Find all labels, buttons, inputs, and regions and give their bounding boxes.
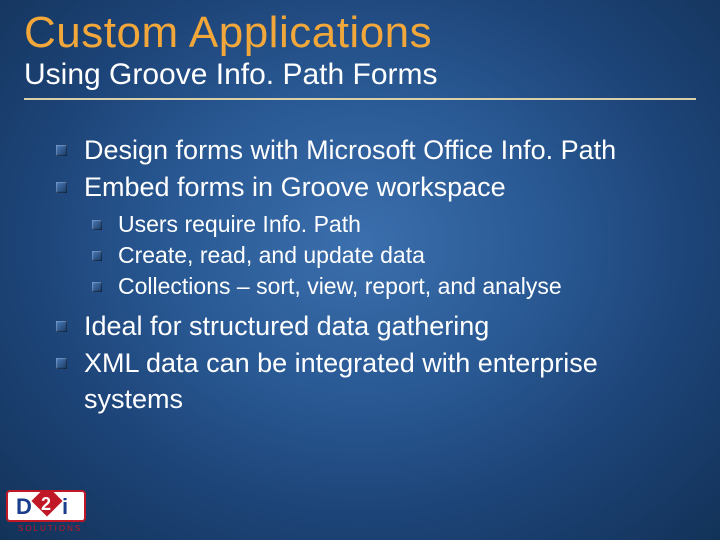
logo-letter-i: i (62, 494, 68, 519)
bullet-text: Embed forms in Groove workspace (84, 172, 506, 202)
list-item: Ideal for structured data gathering (56, 308, 696, 344)
logo-number: 2 (41, 494, 51, 514)
logo-icon: D 2 i SOLUTIONS (6, 490, 98, 534)
title-divider (24, 98, 696, 100)
bullet-list: Design forms with Microsoft Office Info.… (56, 132, 696, 417)
slide-title: Custom Applications (24, 10, 696, 56)
slide-subtitle: Using Groove Info. Path Forms (24, 58, 696, 92)
bullet-text: Ideal for structured data gathering (84, 311, 489, 341)
bullet-text: Create, read, and update data (118, 242, 425, 268)
list-item: Design forms with Microsoft Office Info.… (56, 132, 696, 168)
bullet-text: Users require Info. Path (118, 211, 361, 237)
logo-tagline: SOLUTIONS (18, 524, 82, 533)
slide-content: Design forms with Microsoft Office Info.… (24, 132, 696, 417)
list-item: Create, read, and update data (92, 240, 696, 271)
bullet-text: Collections – sort, view, report, and an… (118, 273, 562, 299)
slide: Custom Applications Using Groove Info. P… (0, 0, 720, 540)
list-item: Collections – sort, view, report, and an… (92, 271, 696, 302)
brand-logo: D 2 i SOLUTIONS (6, 490, 98, 534)
bullet-text: XML data can be integrated with enterpri… (84, 348, 598, 414)
list-item: Embed forms in Groove workspace Users re… (56, 169, 696, 303)
logo-letter-d: D (16, 494, 32, 519)
sub-bullet-list: Users require Info. Path Create, read, a… (92, 209, 696, 302)
bullet-text: Design forms with Microsoft Office Info.… (84, 135, 616, 165)
list-item: XML data can be integrated with enterpri… (56, 345, 696, 418)
list-item: Users require Info. Path (92, 209, 696, 240)
